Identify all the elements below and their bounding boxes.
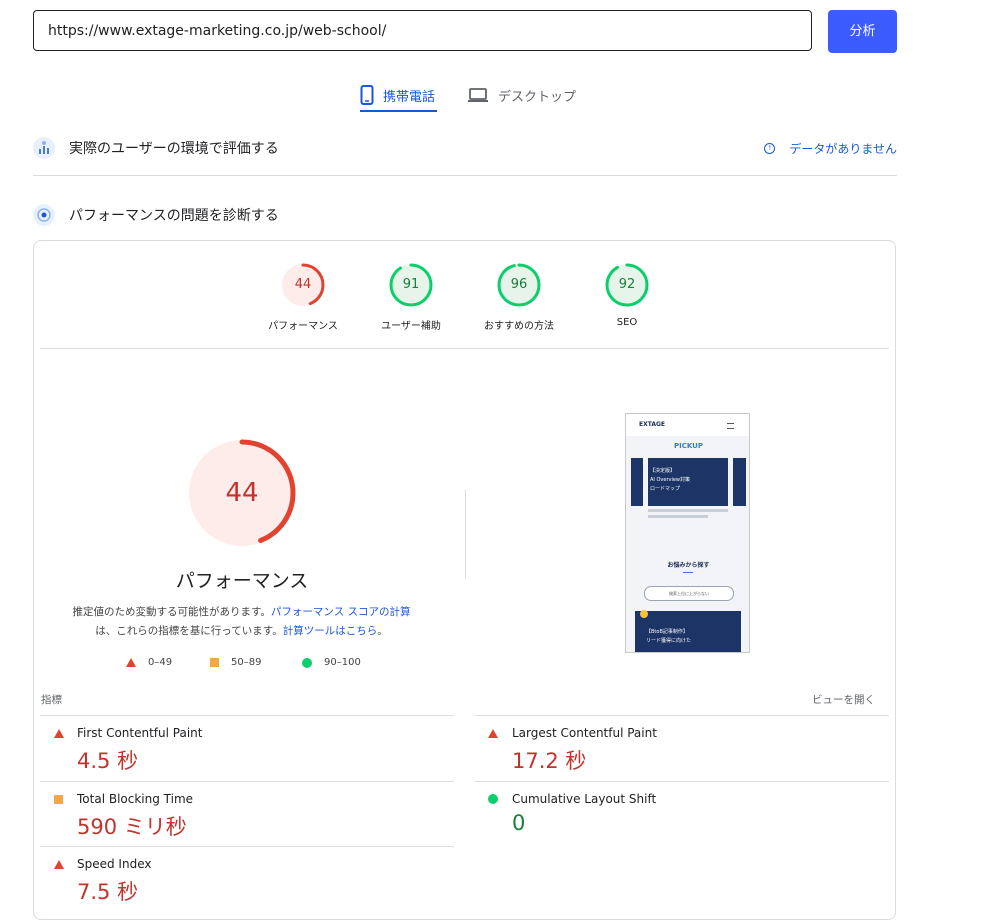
legend-pass: 90–100 bbox=[302, 657, 361, 668]
pass-circle-icon bbox=[488, 794, 498, 804]
legend-fail: 0–49 bbox=[126, 657, 172, 668]
performance-description: 推定値のため変動する可能性があります。パフォーマンス スコアの計算 は、これらの… bbox=[40, 603, 443, 641]
thumb-bottom-line: リード獲得に向けた bbox=[646, 638, 692, 644]
tab-desktop[interactable]: デスクトップ bbox=[467, 78, 576, 112]
performance-gauge-large: 44 bbox=[187, 438, 297, 548]
calculator-link[interactable]: 計算ツールはこちら bbox=[283, 625, 378, 637]
performance-score-large: 44 bbox=[225, 478, 259, 508]
circle-icon bbox=[302, 657, 312, 668]
metric-name: Largest Contentful Paint bbox=[512, 726, 657, 740]
tab-desktop-label: デスクトップ bbox=[498, 89, 577, 105]
score-gauge-best-practices[interactable]: 96 bbox=[496, 262, 542, 308]
no-data-label: データがありません bbox=[789, 141, 897, 156]
metric-name: Total Blocking Time bbox=[77, 792, 194, 806]
desc-text: は、これらの指標を基に行っています。 bbox=[95, 625, 283, 637]
active-tab-indicator bbox=[360, 110, 437, 112]
page-screenshot-thumbnail: EXTAGE PICKUP 【決定版】 AI Overview対策 ロードマップ… bbox=[625, 413, 750, 653]
triangle-icon bbox=[126, 658, 136, 667]
thumb-card-line1: AI Overview対策 bbox=[650, 477, 691, 483]
card-divider bbox=[40, 348, 889, 349]
thumb-card-tag: 【決定版】 bbox=[650, 468, 676, 474]
field-data-title: 実際のユーザーの環境で評価する bbox=[69, 141, 279, 157]
metric-first-contentful-paint: First Contentful Paint 4.5 秒 bbox=[40, 716, 454, 781]
score-gauge-seo[interactable]: 92 bbox=[604, 262, 650, 308]
average-square-icon bbox=[54, 795, 63, 804]
metric-name: Speed Index bbox=[77, 857, 152, 871]
legend-range: 50–89 bbox=[231, 657, 262, 668]
menu-icon bbox=[727, 423, 734, 429]
thumb-section-heading: お悩みから探す bbox=[667, 562, 710, 569]
score-gauge-performance[interactable]: 44 bbox=[280, 262, 326, 308]
diagnose-icon bbox=[33, 204, 55, 226]
lab-data-section: パフォーマンスの問題を診断する bbox=[33, 200, 897, 230]
metric-name: First Contentful Paint bbox=[77, 726, 203, 740]
score-value: 44 bbox=[294, 277, 312, 292]
fail-triangle-icon bbox=[54, 729, 64, 738]
tab-mobile-label: 携帯電話 bbox=[383, 89, 436, 105]
thumb-pickup: PICKUP bbox=[674, 442, 703, 450]
smartphone-icon bbox=[360, 85, 374, 105]
score-gauge-accessibility[interactable]: 91 bbox=[388, 262, 434, 308]
score-label-seo: SEO bbox=[616, 317, 638, 328]
section-divider bbox=[33, 175, 897, 176]
metric-cumulative-layout-shift: Cumulative Layout Shift 0 bbox=[475, 782, 889, 847]
thumb-select: 検索上位に上がらない bbox=[644, 586, 734, 601]
info-icon: ! bbox=[764, 142, 776, 154]
metric-name: Cumulative Layout Shift bbox=[512, 792, 657, 806]
expand-view-toggle[interactable]: ビューを開く bbox=[812, 692, 875, 707]
metric-speed-index: Speed Index 7.5 秒 bbox=[40, 847, 454, 904]
metric-value: 0 bbox=[512, 811, 526, 835]
legend-range: 90–100 bbox=[324, 657, 361, 668]
square-icon bbox=[210, 658, 219, 667]
thumb-logo: EXTAGE bbox=[639, 421, 666, 428]
tab-mobile[interactable]: 携帯電話 bbox=[360, 78, 435, 112]
score-value: 91 bbox=[402, 277, 420, 292]
analyze-button[interactable]: 分析 bbox=[828, 10, 897, 53]
laptop-icon bbox=[468, 88, 488, 102]
desc-text: 。 bbox=[377, 625, 388, 637]
url-input[interactable]: https://www.extage-marketing.co.jp/web-s… bbox=[33, 10, 812, 51]
metric-value: 590 ミリ秒 bbox=[77, 815, 187, 839]
metric-value: 4.5 秒 bbox=[77, 749, 139, 773]
metric-total-blocking-time: Total Blocking Time 590 ミリ秒 bbox=[40, 782, 454, 847]
score-label-accessibility: ユーザー補助 bbox=[381, 321, 441, 332]
score-value: 96 bbox=[510, 277, 528, 292]
field-data-icon bbox=[33, 137, 55, 159]
thumb-card-line2: ロードマップ bbox=[650, 486, 681, 492]
thumb-bottom-tag: 【BtoB記事制作】 bbox=[646, 629, 688, 635]
metric-value: 17.2 秒 bbox=[512, 749, 587, 773]
legend-average: 50–89 bbox=[210, 657, 261, 668]
score-calc-link[interactable]: パフォーマンス スコアの計算 bbox=[271, 606, 411, 618]
lab-data-title: パフォーマンスの問題を診断する bbox=[69, 208, 279, 224]
legend-range: 0–49 bbox=[148, 657, 173, 668]
no-data-link[interactable]: ! データがありません bbox=[764, 133, 897, 163]
metric-largest-contentful-paint: Largest Contentful Paint 17.2 秒 bbox=[475, 716, 889, 781]
vertical-divider bbox=[465, 490, 466, 578]
score-label-performance: パフォーマンス bbox=[268, 321, 338, 332]
performance-title: パフォーマンス bbox=[175, 570, 309, 592]
metrics-header: 指標 bbox=[41, 694, 62, 706]
score-label-best-practices: おすすめの方法 bbox=[484, 321, 554, 332]
score-value: 92 bbox=[618, 277, 636, 292]
fail-triangle-icon bbox=[54, 860, 64, 869]
field-data-section: 実際のユーザーの環境で評価する ! データがありません bbox=[33, 133, 897, 163]
fail-triangle-icon bbox=[488, 729, 498, 738]
desc-text: 推定値のため変動する可能性があります。 bbox=[72, 606, 271, 618]
